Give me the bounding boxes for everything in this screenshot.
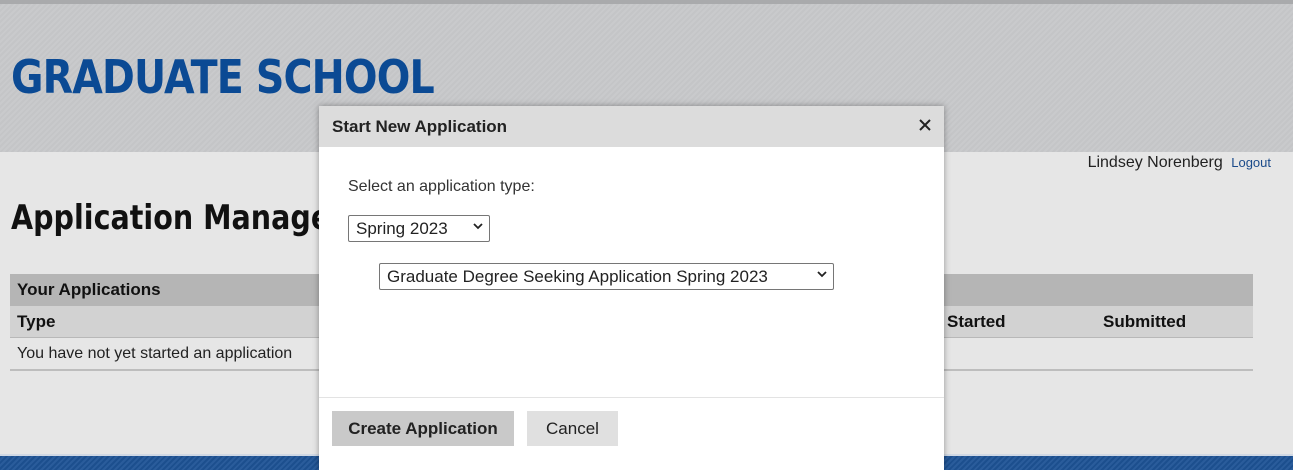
dialog-title: Start New Application — [332, 117, 508, 136]
application-type-label: Select an application type: — [348, 178, 535, 195]
cancel-button[interactable]: Cancel — [527, 411, 618, 446]
column-submitted: Submitted — [1103, 312, 1187, 331]
term-select[interactable]: Spring 2023 — [348, 215, 490, 242]
start-application-dialog: Start New Application Select an applicat… — [319, 106, 944, 470]
chevron-down-icon — [817, 271, 827, 278]
site-title: GRADUATE SCHOOL — [11, 50, 435, 104]
user-area: Lindsey Norenberg Logout — [1088, 154, 1271, 172]
user-name: Lindsey Norenberg — [1087, 154, 1223, 171]
column-started: Started — [947, 312, 1006, 331]
close-icon[interactable] — [918, 114, 932, 136]
term-select-value: Spring 2023 — [356, 219, 448, 238]
dialog-header: Start New Application — [319, 106, 944, 147]
logout-link[interactable]: Logout — [1231, 155, 1271, 170]
application-select-value: Graduate Degree Seeking Application Spri… — [387, 267, 768, 286]
chevron-down-icon — [473, 223, 483, 230]
application-select[interactable]: Graduate Degree Seeking Application Spri… — [379, 263, 834, 290]
dialog-divider — [319, 397, 944, 398]
column-type: Type — [17, 312, 56, 331]
page: GRADUATE SCHOOL Lindsey Norenberg Logout… — [0, 0, 1293, 470]
create-application-button[interactable]: Create Application — [332, 411, 514, 446]
